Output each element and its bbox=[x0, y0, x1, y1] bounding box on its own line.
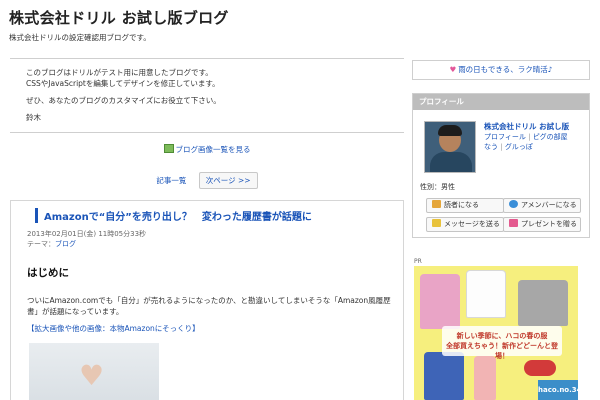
reader-icon bbox=[432, 200, 441, 208]
profile-widget: プロフィール 株式会社ドリル お試し版 プロフィール | ピグの部屋 なう | … bbox=[412, 93, 590, 238]
button-label: メッセージを送る bbox=[444, 220, 500, 228]
send-message-button[interactable]: メッセージを送る bbox=[426, 217, 504, 232]
ad-copy: 新しい季節に、ハコの春の服 全部買えちゃう！新作どどーんと登場！ bbox=[442, 326, 562, 360]
profile-link[interactable]: プロフィール bbox=[484, 133, 526, 141]
send-present-button[interactable]: プレゼントを贈る bbox=[503, 217, 581, 232]
heart-icon: ♥ bbox=[449, 65, 457, 74]
intro-line: ぜひ、あなたのブログのカスタマイズにお役立て下さい。 bbox=[26, 96, 221, 105]
profile-name[interactable]: 株式会社ドリル お試し版 bbox=[484, 121, 569, 132]
article-list-link[interactable]: 記事一覧 bbox=[156, 176, 186, 185]
slogan-text: 雨の日もできる、ラク晴活♪ bbox=[458, 65, 553, 74]
gurupe-link[interactable]: グルっぽ bbox=[505, 143, 533, 151]
next-page-button[interactable]: 次ページ >> bbox=[198, 172, 258, 189]
article-heading: はじめに bbox=[27, 267, 69, 279]
avatar[interactable] bbox=[424, 121, 476, 173]
article: Amazonで“自分”を売り出し？ 変わった履歴書が話題に 2013年02月01… bbox=[10, 200, 404, 400]
ad-clothing-image bbox=[466, 270, 506, 318]
profile-links: プロフィール | ピグの部屋 なう | グルっぽ bbox=[484, 133, 568, 151]
button-label: プレゼントを贈る bbox=[521, 220, 577, 228]
article-body: ついにAmazon.comでも「自分」が売れるようになったのか、と勘違いしてしま… bbox=[27, 296, 391, 316]
image-icon bbox=[163, 144, 174, 153]
ad-clothing-image bbox=[420, 274, 460, 329]
become-reader-button[interactable]: 読者になる bbox=[426, 198, 504, 213]
heart-hands-image: ♥ bbox=[79, 359, 105, 392]
slogan-banner[interactable]: ♥ 雨の日もできる、ラク晴活♪ bbox=[412, 60, 590, 80]
become-amember-button[interactable]: アメンバーになる bbox=[503, 198, 581, 213]
image-list-link-row: ブログ画像一覧を見る bbox=[0, 144, 414, 155]
pr-label: PR bbox=[414, 258, 422, 265]
theme-label: テーマ： bbox=[27, 240, 55, 248]
ad-badge: haco.no.34 bbox=[538, 380, 578, 400]
image-list-link[interactable]: ブログ画像一覧を見る bbox=[176, 145, 251, 154]
blog-title[interactable]: 株式会社ドリル お試し版ブログ bbox=[9, 7, 229, 28]
button-label: アメンバーになる bbox=[521, 201, 577, 209]
envelope-icon bbox=[432, 219, 441, 227]
article-title[interactable]: Amazonで“自分”を売り出し？ 変わった履歴書が話題に bbox=[35, 208, 312, 223]
now-link[interactable]: なう bbox=[484, 143, 498, 151]
profile-heading: プロフィール bbox=[413, 94, 589, 110]
ad-line: 全部買えちゃう！新作どどーんと登場！ bbox=[446, 342, 558, 360]
article-photo[interactable]: ♥ bbox=[29, 343, 159, 400]
gift-icon bbox=[509, 219, 518, 227]
ad-line: 新しい季節に、ハコの春の服 bbox=[456, 332, 548, 340]
profile-gender: 性別：男性 bbox=[420, 183, 455, 191]
blog-description: 株式会社ドリルの設定確認用ブログです。 bbox=[9, 33, 151, 42]
theme-link[interactable]: ブログ bbox=[55, 240, 76, 248]
ad-clothing-image bbox=[474, 356, 496, 400]
ad-shoes-image bbox=[524, 360, 556, 376]
button-label: 読者になる bbox=[444, 201, 479, 209]
advertisement-banner[interactable]: 新しい季節に、ハコの春の服 全部買えちゃう！新作どどーんと登場！ haco.no… bbox=[414, 266, 578, 400]
article-date: 2013年02月01日(金) 11時05分33秒 bbox=[27, 230, 147, 238]
article-image-link[interactable]: 【拡大画像や他の画像：本物Amazonにそっくり】 bbox=[27, 323, 200, 334]
intro-signature: 鈴木 bbox=[26, 113, 41, 122]
intro-line: このブログはドリルがテスト用に用意したブログです。 bbox=[26, 68, 213, 77]
article-theme: テーマ：ブログ bbox=[27, 239, 76, 249]
intro-box: このブログはドリルがテスト用に用意したブログです。 CSSやJavaScript… bbox=[10, 58, 404, 133]
pigg-room-link[interactable]: ピグの部屋 bbox=[533, 133, 568, 141]
amember-icon bbox=[509, 200, 518, 208]
pager: 記事一覧 次ページ >> bbox=[0, 172, 414, 189]
intro-line: CSSやJavaScriptを編集してデザインを修正しています。 bbox=[26, 79, 220, 88]
ad-clothing-image bbox=[518, 280, 568, 326]
